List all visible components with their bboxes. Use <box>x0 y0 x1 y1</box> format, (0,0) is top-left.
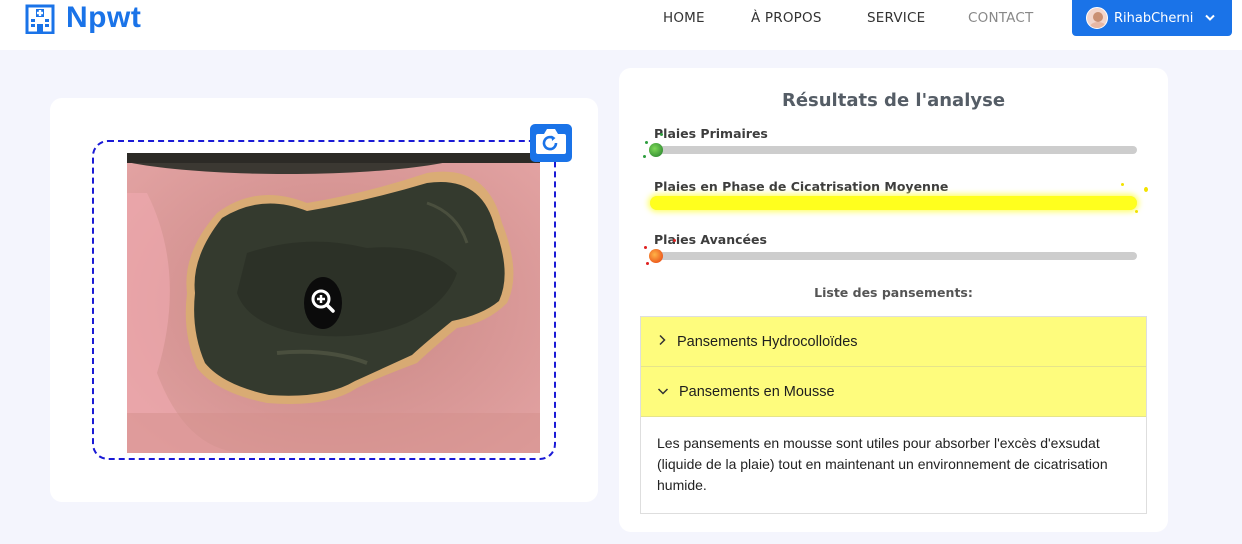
sparkle-dot <box>1135 210 1138 213</box>
accordion-header-hydrocolloides[interactable]: Pansements Hydrocolloïdes <box>641 317 1146 367</box>
accordion-header-mousse[interactable]: Pansements en Mousse <box>641 367 1146 417</box>
avatar <box>1086 7 1108 29</box>
sparkle-dot <box>1144 187 1148 192</box>
sparkle-dot <box>643 155 646 158</box>
category-label-avancees: Plaies Avancées <box>654 232 767 247</box>
progress-fill-moyenne <box>650 196 1137 210</box>
progress-bar-primaires <box>650 146 1137 154</box>
accordion-title: Pansements en Mousse <box>679 383 835 400</box>
sparkle-dot <box>673 239 676 242</box>
retake-photo-button[interactable] <box>530 124 572 162</box>
category-label-primaires: Plaies Primaires <box>654 126 768 141</box>
results-title: Résultats de l'analyse <box>781 90 1006 111</box>
user-menu-button[interactable]: RihabCherni <box>1072 0 1232 36</box>
category-label-moyenne: Plaies en Phase de Cicatrisation Moyenne <box>654 179 949 194</box>
chevron-right-icon <box>657 333 667 351</box>
accordion-title: Pansements Hydrocolloïdes <box>677 333 858 350</box>
progress-bar-moyenne <box>650 196 1137 210</box>
sparkle-dot <box>660 133 663 136</box>
user-name: RihabCherni <box>1114 10 1194 26</box>
progress-bar-avancees <box>650 252 1137 260</box>
progress-indicator-avancees <box>649 249 663 263</box>
nav-a-propos[interactable]: À PROPOS <box>751 10 822 26</box>
chevron-down-icon <box>657 383 669 401</box>
sparkle-dot <box>645 141 648 144</box>
progress-indicator-primaires <box>649 143 663 157</box>
brand-logo[interactable]: Npwt <box>24 0 141 36</box>
dressings-list-title: Liste des pansements: <box>814 285 973 300</box>
dressings-accordion: Pansements Hydrocolloïdes Pansements en … <box>640 316 1147 514</box>
camera-rotate-icon <box>534 126 568 161</box>
zoom-in-icon <box>310 288 336 319</box>
zoom-in-button[interactable] <box>304 277 342 329</box>
nav-home[interactable]: HOME <box>663 10 705 26</box>
accordion-body-mousse: Les pansements en mousse sont utiles pou… <box>641 417 1146 513</box>
sparkle-dot <box>1121 183 1124 186</box>
nav-contact[interactable]: CONTACT <box>968 10 1033 26</box>
sparkle-dot <box>646 262 649 265</box>
chevron-down-icon <box>1205 9 1216 27</box>
sparkle-dot <box>644 246 647 249</box>
brand-name: Npwt <box>66 1 142 34</box>
hospital-icon <box>24 2 56 34</box>
navbar: Npwt HOME À PROPOS SERVICE CONTACT Rihab… <box>0 0 1242 50</box>
nav-service[interactable]: SERVICE <box>867 10 925 26</box>
